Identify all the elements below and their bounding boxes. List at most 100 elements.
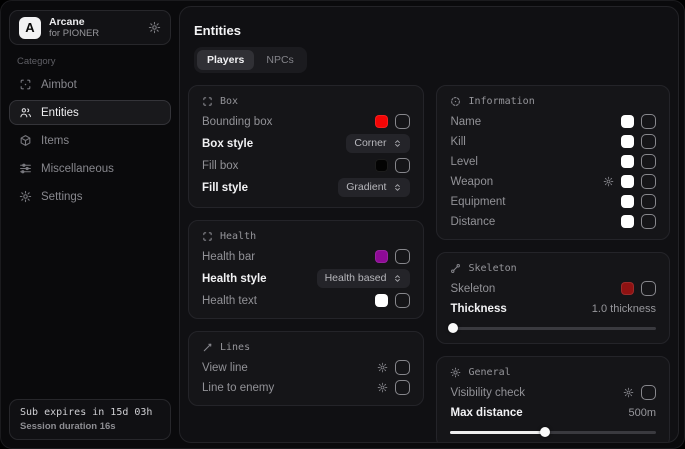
- corner-brackets-icon: [202, 96, 213, 107]
- configure-gear-icon[interactable]: [377, 382, 388, 393]
- dropdown-value: Health based: [325, 272, 387, 285]
- health-style-row: Health style Health based: [202, 269, 410, 288]
- max-distance-row: Max distance 500m: [450, 405, 656, 420]
- slider-track[interactable]: [450, 431, 656, 434]
- color-swatch[interactable]: [375, 159, 388, 172]
- slider-fill: [450, 431, 545, 434]
- line-to-enemy-checkbox[interactable]: [395, 380, 410, 395]
- kill-row: Kill: [450, 134, 656, 149]
- view-line-checkbox[interactable]: [395, 360, 410, 375]
- sidebar-item-items[interactable]: Items: [9, 128, 171, 153]
- box-panel: Box Bounding box Box style Corner: [188, 85, 424, 208]
- sidebar-item-settings[interactable]: Settings: [9, 184, 171, 209]
- slider-thumb[interactable]: [448, 323, 458, 333]
- configure-gear-icon[interactable]: [623, 387, 634, 398]
- health-text-checkbox[interactable]: [395, 293, 410, 308]
- slider-thumb[interactable]: [540, 427, 550, 437]
- configure-gear-icon[interactable]: [377, 362, 388, 373]
- weapon-checkbox[interactable]: [641, 174, 656, 189]
- unfold-icon: [393, 183, 402, 192]
- row-label: Distance: [450, 216, 495, 228]
- color-swatch[interactable]: [375, 250, 388, 263]
- row-label: Thickness: [450, 303, 506, 315]
- box-panel-header: Box: [202, 94, 410, 109]
- dropdown-value: Gradient: [346, 181, 386, 194]
- panel-title: Health: [220, 231, 256, 242]
- color-swatch[interactable]: [621, 115, 634, 128]
- panel-title: General: [468, 367, 510, 378]
- lines-panel-header: Lines: [202, 340, 410, 355]
- dropdown-value: Corner: [354, 137, 386, 150]
- sub-expires-text: Sub expires in 15d 03h: [20, 407, 160, 418]
- health-bar-checkbox[interactable]: [395, 249, 410, 264]
- level-row: Level: [450, 154, 656, 169]
- fill-box-checkbox[interactable]: [395, 158, 410, 173]
- sidebar: A Arcane for PIONER Category: [1, 1, 179, 448]
- cube-icon: [19, 134, 32, 147]
- visibility-check-checkbox[interactable]: [641, 385, 656, 400]
- skeleton-checkbox[interactable]: [641, 281, 656, 296]
- health-panel: Health Health bar Health style Health ba…: [188, 220, 424, 319]
- diagonal-line-icon: [202, 342, 213, 353]
- row-label: Health style: [202, 273, 267, 285]
- line-to-enemy-row: Line to enemy: [202, 380, 410, 395]
- color-swatch[interactable]: [621, 135, 634, 148]
- thickness-slider[interactable]: [450, 323, 656, 333]
- color-swatch[interactable]: [375, 294, 388, 307]
- page-title: Entities: [194, 23, 670, 38]
- row-label: Bounding box: [202, 116, 272, 128]
- right-column: Information Name Kill: [436, 85, 670, 443]
- bounding-box-checkbox[interactable]: [395, 114, 410, 129]
- level-checkbox[interactable]: [641, 154, 656, 169]
- account-gear-icon[interactable]: [148, 21, 161, 34]
- sidebar-item-entities[interactable]: Entities: [9, 100, 171, 125]
- kill-checkbox[interactable]: [641, 134, 656, 149]
- name-row: Name: [450, 114, 656, 129]
- thickness-value: 1.0 thickness: [592, 303, 656, 315]
- lines-panel: Lines View line: [188, 331, 424, 406]
- color-swatch[interactable]: [621, 175, 634, 188]
- fill-style-dropdown[interactable]: Gradient: [338, 178, 410, 197]
- row-label: Visibility check: [450, 387, 525, 399]
- distance-row: Distance: [450, 214, 656, 229]
- panel-title: Information: [468, 96, 534, 107]
- visibility-check-row: Visibility check: [450, 385, 656, 400]
- row-label: Kill: [450, 136, 465, 148]
- bounding-box-row: Bounding box: [202, 114, 410, 129]
- box-style-dropdown[interactable]: Corner: [346, 134, 410, 153]
- color-swatch[interactable]: [621, 195, 634, 208]
- general-panel-header: General: [450, 365, 656, 380]
- skeleton-panel: Skeleton Skeleton Thickness 1.0 thicknes…: [436, 252, 670, 344]
- category-label: Category: [17, 56, 56, 67]
- sidebar-item-miscellaneous[interactable]: Miscellaneous: [9, 156, 171, 181]
- configure-gear-icon[interactable]: [603, 176, 614, 187]
- bone-icon: [450, 263, 461, 274]
- row-label: Weapon: [450, 176, 493, 188]
- thickness-row: Thickness 1.0 thickness: [450, 301, 656, 316]
- color-swatch[interactable]: [375, 115, 388, 128]
- information-panel: Information Name Kill: [436, 85, 670, 240]
- tab-players[interactable]: Players: [197, 50, 254, 70]
- color-swatch[interactable]: [621, 155, 634, 168]
- name-checkbox[interactable]: [641, 114, 656, 129]
- distance-checkbox[interactable]: [641, 214, 656, 229]
- sidebar-nav: Aimbot Entities: [9, 72, 171, 209]
- sidebar-item-label: Miscellaneous: [41, 163, 114, 175]
- row-label: Health text: [202, 295, 257, 307]
- health-style-dropdown[interactable]: Health based: [317, 269, 411, 288]
- row-label: Skeleton: [450, 283, 495, 295]
- max-distance-slider[interactable]: [450, 427, 656, 437]
- equipment-checkbox[interactable]: [641, 194, 656, 209]
- color-swatch[interactable]: [621, 282, 634, 295]
- view-line-row: View line: [202, 360, 410, 375]
- panel-title: Lines: [220, 342, 250, 353]
- color-swatch[interactable]: [621, 215, 634, 228]
- row-label: Equipment: [450, 196, 505, 208]
- slider-track[interactable]: [450, 327, 656, 330]
- app-title: Arcane: [49, 16, 140, 29]
- tab-npcs[interactable]: NPCs: [256, 50, 303, 70]
- subscription-card: Sub expires in 15d 03h Session duration …: [9, 399, 171, 440]
- sliders-icon: [19, 162, 32, 175]
- sidebar-item-aimbot[interactable]: Aimbot: [9, 72, 171, 97]
- corner-brackets-icon: [202, 231, 213, 242]
